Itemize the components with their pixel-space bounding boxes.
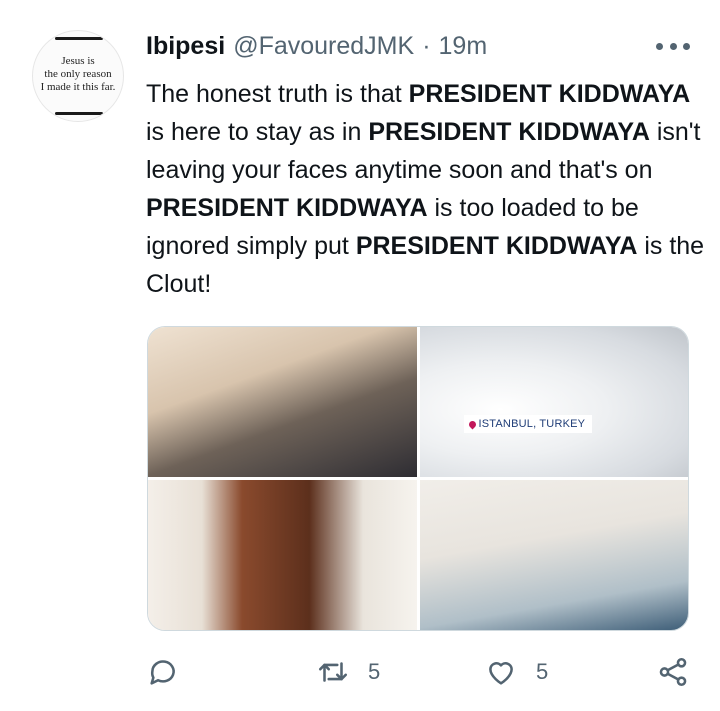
- tweet-timestamp[interactable]: 19m: [439, 32, 488, 61]
- media-grid: ISTANBUL, TURKEY: [147, 326, 689, 631]
- retweet-icon: [318, 662, 348, 682]
- avatar-quote: Jesus is the only reason I made it this …: [33, 55, 123, 94]
- tweet-text-segment: The honest truth is that: [146, 80, 409, 108]
- avatar-quote-line: the only reason: [44, 68, 112, 80]
- heart-icon: [489, 662, 513, 685]
- author-handle[interactable]: @FavouredJMK: [233, 32, 414, 61]
- tweet-header: Ibipesi @FavouredJMK · 19m: [146, 30, 487, 62]
- avatar-top-bar: [55, 37, 103, 40]
- avatar-bottom-bar: [55, 112, 103, 115]
- retweet-button[interactable]: 5: [316, 652, 380, 692]
- retweet-count: 5: [368, 659, 381, 684]
- reply-icon: [150, 660, 175, 685]
- media-photo-bathrobe[interactable]: ISTANBUL, TURKEY: [419, 327, 688, 477]
- location-pin-icon: [467, 419, 477, 429]
- media-photo-car-interior[interactable]: [148, 327, 417, 477]
- tweet-actions: 5 5: [146, 652, 694, 692]
- media-photo-room[interactable]: [148, 480, 417, 630]
- location-badge-label: ISTANBUL, TURKEY: [478, 418, 586, 430]
- more-dot: [656, 42, 663, 50]
- tweet-text: The honest truth is that PRESIDENT KIDDW…: [146, 75, 706, 303]
- location-badge: ISTANBUL, TURKEY: [463, 415, 593, 433]
- separator-dot: ·: [422, 31, 431, 60]
- more-options-icon[interactable]: [656, 36, 690, 56]
- share-icon: [659, 657, 687, 687]
- tweet-text-bold: PRESIDENT KIDDWAYA: [368, 118, 650, 146]
- avatar-quote-line: Jesus is: [61, 55, 95, 67]
- tweet-text-bold: PRESIDENT KIDDWAYA: [355, 232, 638, 260]
- more-dot: [683, 42, 690, 50]
- avatar[interactable]: Jesus is the only reason I made it this …: [32, 30, 124, 122]
- media-photo-airplane[interactable]: [419, 480, 688, 630]
- reply-button[interactable]: [146, 652, 180, 692]
- like-button[interactable]: 5: [484, 652, 548, 692]
- avatar-quote-line: I made it this far.: [40, 81, 116, 93]
- tweet-text-segment: is here to stay as in: [146, 118, 369, 146]
- tweet-text-bold: PRESIDENT KIDDWAYA: [408, 80, 691, 108]
- author-display-name[interactable]: Ibipesi: [146, 32, 225, 61]
- more-dot: [669, 42, 677, 50]
- share-button[interactable]: [656, 652, 690, 692]
- tweet-text-bold: PRESIDENT KIDDWAYA: [146, 194, 428, 222]
- like-count: 5: [536, 659, 549, 684]
